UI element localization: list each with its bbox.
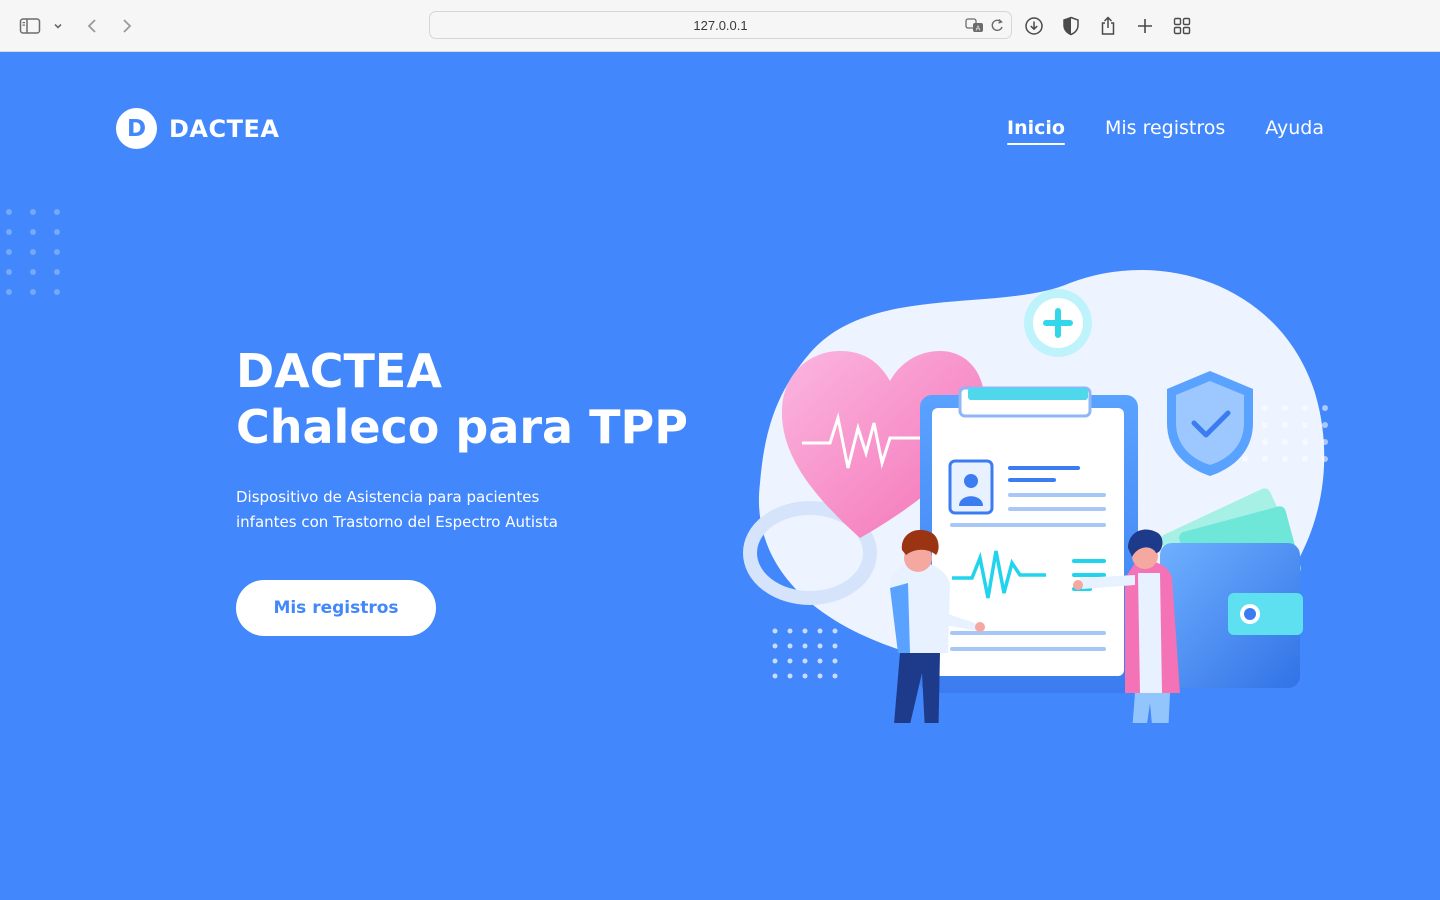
url-text: 127.0.0.1 [693,18,748,33]
forward-arrow-icon[interactable] [113,12,141,40]
back-arrow-icon[interactable] [78,12,106,40]
browser-toolbar: 127.0.0.1 A [0,0,1440,52]
mis-registros-button[interactable]: Mis registros [236,580,436,636]
chevron-down-icon[interactable] [46,12,70,40]
clipboard-report [920,386,1138,693]
landing-page: D DACTEA Inicio Mis registros Ayuda DACT… [0,53,1440,900]
decorative-dot-grid [6,209,60,295]
hero-subtitle: Dispositivo de Asistencia para pacientes… [236,485,596,535]
hero-title: DACTEA Chaleco para TPP [236,343,688,455]
hero-title-line-2: Chaleco para TPP [236,400,688,454]
translate-icon[interactable]: A [965,16,985,39]
hero-subtitle-line-1: Dispositivo de Asistencia para pacientes [236,488,540,506]
hero-title-line-1: DACTEA [236,344,442,398]
medical-plus-icon [1024,289,1092,357]
address-bar[interactable]: 127.0.0.1 A [429,11,1012,39]
nav-item-mis-registros[interactable]: Mis registros [1105,117,1225,145]
share-icon[interactable] [1094,12,1122,40]
medical-illustration [743,269,1328,723]
reload-icon[interactable] [989,16,1005,39]
svg-text:A: A [976,25,981,33]
main-nav: Inicio Mis registros Ayuda [1007,117,1324,145]
new-tab-plus-icon[interactable] [1131,12,1159,40]
sidebar-toggle-icon[interactable] [16,12,44,40]
brand-name: DACTEA [169,114,280,143]
dot-grid-left [772,628,838,679]
brand-logo[interactable]: D DACTEA [116,108,279,149]
hero-subtitle-line-2: infantes con Trastorno del Espectro Auti… [236,513,558,531]
nav-item-ayuda[interactable]: Ayuda [1265,117,1324,145]
download-icon[interactable] [1020,12,1048,40]
logo-mark: D [116,108,157,149]
tab-overview-icon[interactable] [1168,12,1196,40]
privacy-shield-icon[interactable] [1057,12,1085,40]
nav-item-inicio[interactable]: Inicio [1007,117,1065,145]
